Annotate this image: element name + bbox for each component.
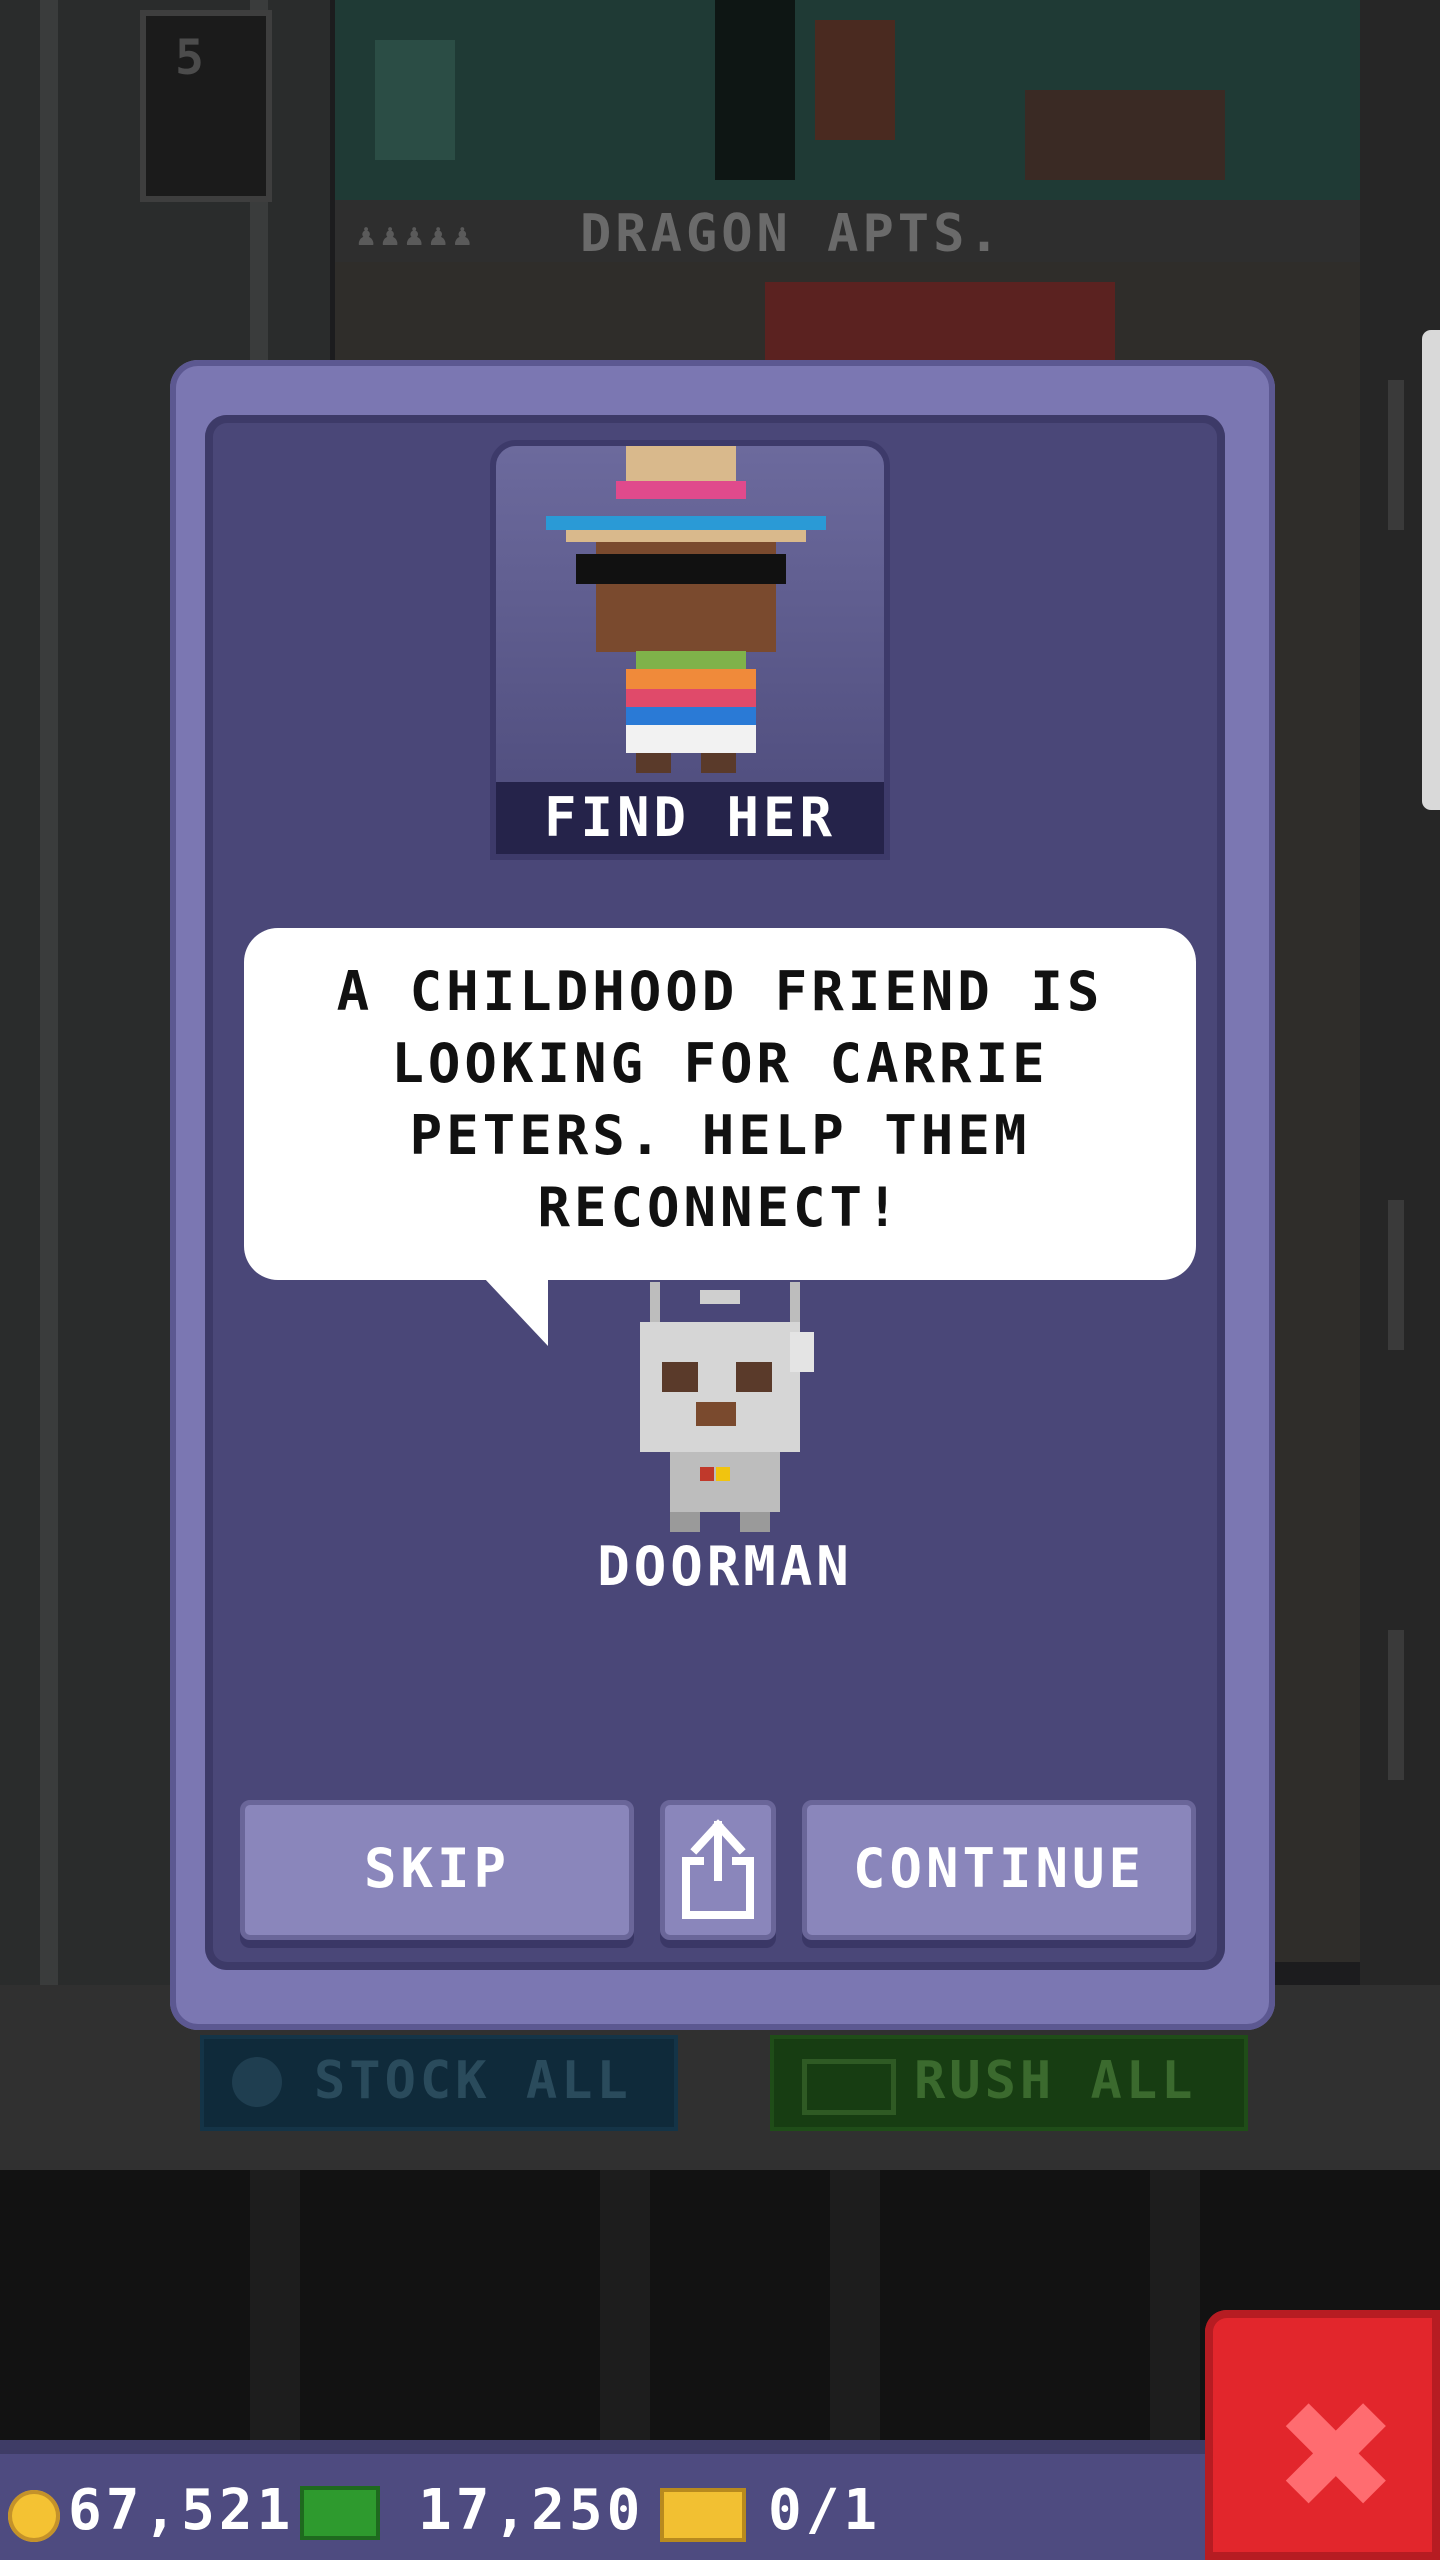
speech-bubble-tail: [484, 1278, 548, 1346]
skip-button[interactable]: SKIP: [240, 1800, 634, 1940]
scrollbar[interactable]: [1422, 330, 1440, 810]
currency-bar-panel: 67,521 17,250 0/1: [0, 2454, 1205, 2560]
speech-bubble: A CHILDHOOD FRIEND IS LOOKING FOR CARRIE…: [244, 928, 1196, 1280]
stock-all-label: STOCK ALL: [314, 2051, 632, 2111]
close-icon: ✖: [1273, 2370, 1399, 2544]
mission-portrait: FIND HER: [490, 440, 890, 860]
coins-count: 67,521: [68, 2478, 295, 2543]
doorman-robot-icon: [640, 1282, 814, 1532]
building-sign: ♟♟♟♟♟ DRAGON APTS.: [335, 200, 1360, 264]
share-icon: [682, 1819, 754, 1919]
floor-number: 5: [175, 30, 204, 86]
dragon-apts-floor: [335, 0, 1360, 200]
rush-all-button[interactable]: RUSH ALL: [770, 2035, 1248, 2131]
building-sign-label: DRAGON APTS.: [580, 204, 1004, 264]
speaker-name: DOORMAN: [597, 1535, 853, 1598]
sombrero-character-icon: [546, 446, 826, 773]
bux-count: 17,250: [418, 2478, 645, 2543]
continue-button-label: CONTINUE: [852, 1837, 1146, 1900]
elevator-car: [140, 10, 272, 202]
close-button[interactable]: ✖: [1205, 2310, 1440, 2560]
mission-title: FIND HER: [496, 782, 884, 854]
golden-ticket-icon: [660, 2488, 746, 2542]
share-button[interactable]: [660, 1800, 776, 1940]
continue-button[interactable]: CONTINUE: [802, 1800, 1196, 1940]
bux-icon: [300, 2486, 380, 2540]
bux-icon: [802, 2059, 896, 2115]
skip-button-label: SKIP: [363, 1837, 511, 1900]
stock-all-button[interactable]: STOCK ALL: [200, 2035, 678, 2131]
tickets-count: 0/1: [768, 2478, 882, 2543]
right-wall: [1360, 0, 1440, 2000]
clock-icon: [232, 2057, 282, 2107]
rush-all-label: RUSH ALL: [914, 2051, 1197, 2111]
mission-message: A CHILDHOOD FRIEND IS LOOKING FOR CARRIE…: [336, 960, 1104, 1239]
coin-icon: [8, 2490, 60, 2542]
